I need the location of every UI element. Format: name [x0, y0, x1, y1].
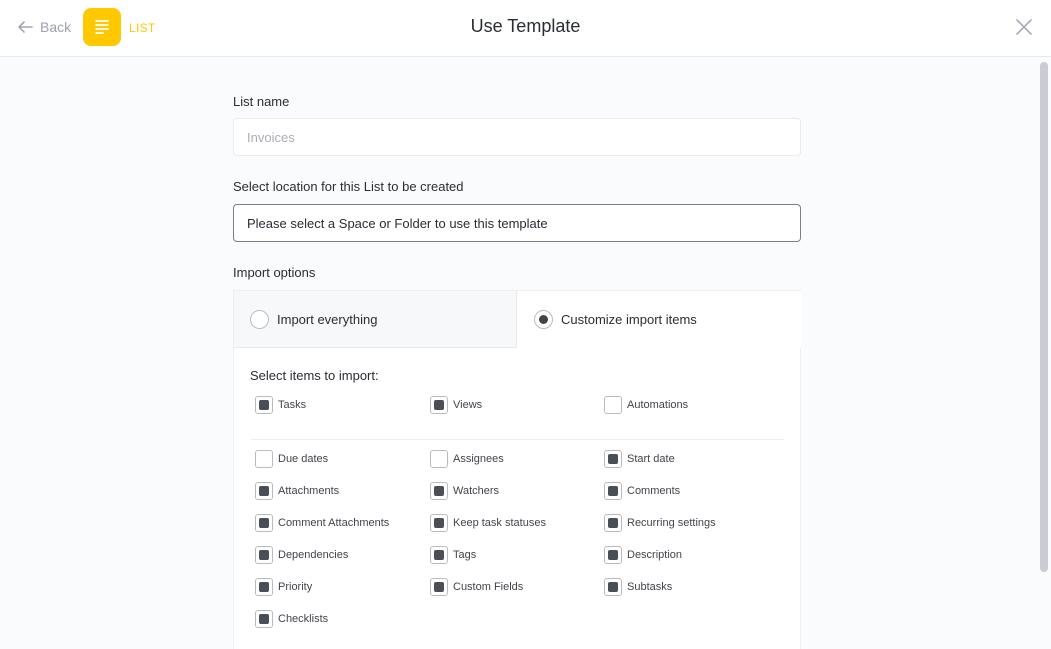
checkbox-dependencies[interactable]: Dependencies — [255, 546, 348, 564]
checkbox-watchers[interactable]: Watchers — [430, 482, 499, 500]
checkbox-label: Attachments — [278, 485, 340, 497]
checkbox-label: Subtasks — [627, 581, 673, 593]
checkbox-label: Automations — [627, 399, 689, 411]
checkbox-label: Views — [453, 399, 483, 411]
checkbox-comment-attachments[interactable]: Comment Attachments — [255, 514, 389, 532]
checkbox-box[interactable] — [430, 450, 448, 468]
checkbox-label: Start date — [627, 453, 675, 465]
location-label: Select location for this List to be crea… — [233, 179, 464, 194]
tab-customize-import[interactable]: Customize import items — [517, 291, 801, 348]
import-options-panel: Import everything Customize import items… — [233, 290, 801, 649]
checkbox-box[interactable] — [604, 450, 622, 468]
checkbox-box[interactable] — [255, 396, 273, 414]
top-bar: Back LIST Use Template — [0, 0, 1051, 57]
checkbox-box[interactable] — [604, 396, 622, 414]
checkbox-priority[interactable]: Priority — [255, 578, 312, 596]
checkbox-automations[interactable]: Automations — [604, 396, 688, 414]
checkbox-label: Watchers — [453, 485, 500, 497]
tab-label: Customize import items — [561, 312, 697, 327]
close-icon[interactable] — [1013, 16, 1035, 38]
import-options-label: Import options — [233, 265, 316, 280]
checkbox-box[interactable] — [604, 482, 622, 500]
tab-label: Import everything — [277, 311, 378, 327]
checkbox-label: Tags — [453, 549, 477, 561]
checkbox-label: Dependencies — [278, 549, 349, 561]
checkbox-attachments[interactable]: Attachments — [255, 482, 339, 500]
checkbox-start-date[interactable]: Start date — [604, 450, 675, 468]
tab-import-everything[interactable]: Import everything — [234, 291, 517, 348]
checkbox-box[interactable] — [604, 514, 622, 532]
list-name-label: List name — [233, 94, 290, 109]
checkbox-label: Checklists — [278, 613, 329, 625]
checkbox-box[interactable] — [604, 546, 622, 564]
checkbox-label: Description — [627, 549, 683, 561]
scrollbar[interactable] — [1040, 62, 1048, 572]
checkbox-custom-fields[interactable]: Custom Fields — [430, 578, 523, 596]
checkbox-label: Due dates — [278, 453, 329, 465]
divider — [251, 439, 784, 440]
checkbox-keep-task-statuses[interactable]: Keep task statuses — [430, 514, 546, 532]
checkbox-label: Assignees — [453, 453, 504, 465]
page-title: Use Template — [470, 16, 581, 36]
checkbox-label: Tasks — [278, 399, 307, 411]
checkbox-subtasks[interactable]: Subtasks — [604, 578, 672, 596]
checkbox-checklists[interactable]: Checklists — [255, 610, 328, 628]
select-items-label: Select items to import: — [250, 368, 379, 383]
list-name-input[interactable] — [233, 118, 801, 156]
checkbox-box[interactable] — [255, 450, 273, 468]
checkbox-box[interactable] — [430, 514, 448, 532]
checkbox-box[interactable] — [255, 482, 273, 500]
checkbox-box[interactable] — [255, 546, 273, 564]
checkbox-box[interactable] — [255, 514, 273, 532]
checkbox-label: Keep task statuses — [453, 517, 546, 529]
checkbox-recurring-settings[interactable]: Recurring settings — [604, 514, 716, 532]
checkbox-box[interactable] — [430, 482, 448, 500]
checkbox-comments[interactable]: Comments — [604, 482, 680, 500]
checkbox-assignees[interactable]: Assignees — [430, 450, 504, 468]
checkbox-tasks[interactable]: Tasks — [255, 396, 306, 414]
checkbox-box[interactable] — [255, 578, 273, 596]
checkbox-box[interactable] — [430, 396, 448, 414]
checkbox-label: Recurring settings — [627, 517, 716, 529]
checkbox-box[interactable] — [430, 546, 448, 564]
checkbox-tags[interactable]: Tags — [430, 546, 476, 564]
checkbox-label: Comment Attachments — [278, 517, 390, 529]
checkbox-label: Custom Fields — [453, 581, 524, 593]
checkbox-label: Comments — [627, 485, 681, 497]
checkbox-label: Priority — [278, 581, 313, 593]
checkbox-box[interactable] — [604, 578, 622, 596]
location-select[interactable]: Please select a Space or Folder to use t… — [233, 204, 801, 242]
checkbox-views[interactable]: Views — [430, 396, 482, 414]
radio-customize-import[interactable] — [534, 310, 553, 329]
checkbox-box[interactable] — [255, 610, 273, 628]
checkbox-description[interactable]: Description — [604, 546, 682, 564]
checkbox-due-dates[interactable]: Due dates — [255, 450, 328, 468]
radio-import-everything[interactable] — [250, 309, 269, 329]
checkbox-box[interactable] — [430, 578, 448, 596]
